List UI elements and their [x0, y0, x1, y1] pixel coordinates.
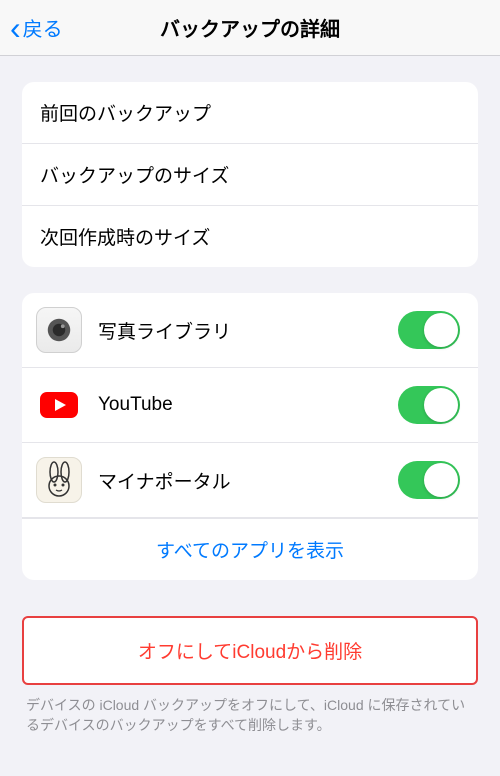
app-row-youtube: YouTube — [22, 368, 478, 443]
toggle-youtube[interactable] — [398, 386, 460, 424]
app-row-photos: 写真ライブラリ — [22, 293, 478, 368]
next-backup-size-row[interactable]: 次回作成時のサイズ — [22, 206, 478, 267]
youtube-icon — [36, 382, 82, 428]
app-name-youtube: YouTube — [98, 394, 398, 416]
back-button[interactable]: ‹ 戻る — [0, 12, 63, 44]
apps-section: 写真ライブラリ YouTube マイナポータル すべてのアプリを表示 — [22, 293, 478, 580]
last-backup-row[interactable]: 前回のバックアップ — [22, 82, 478, 144]
toggle-myna[interactable] — [398, 461, 460, 499]
last-backup-label: 前回のバックアップ — [40, 104, 211, 125]
app-name-myna: マイナポータル — [98, 467, 398, 494]
show-all-apps-button[interactable]: すべてのアプリを表示 — [22, 518, 478, 580]
backup-info-section: 前回のバックアップ バックアップのサイズ 次回作成時のサイズ — [22, 82, 478, 267]
photos-icon — [36, 307, 82, 353]
next-backup-size-label: 次回作成時のサイズ — [40, 228, 210, 249]
delete-backup-button[interactable]: オフにしてiCloudから削除 — [22, 616, 478, 685]
page-title: バックアップの詳細 — [0, 13, 500, 42]
delete-section: オフにしてiCloudから削除 — [22, 616, 478, 685]
navbar: ‹ 戻る バックアップの詳細 — [0, 0, 500, 56]
back-label: 戻る — [23, 13, 63, 42]
chevron-left-icon: ‹ — [10, 12, 21, 44]
toggle-photos[interactable] — [398, 311, 460, 349]
backup-size-label: バックアップのサイズ — [40, 166, 229, 187]
myna-icon — [36, 457, 82, 503]
backup-size-row[interactable]: バックアップのサイズ — [22, 144, 478, 206]
app-name-photos: 写真ライブラリ — [98, 317, 398, 344]
delete-footer-text: デバイスの iCloud バックアップをオフにして、iCloud に保存されてい… — [26, 695, 474, 736]
app-row-myna: マイナポータル — [22, 443, 478, 518]
